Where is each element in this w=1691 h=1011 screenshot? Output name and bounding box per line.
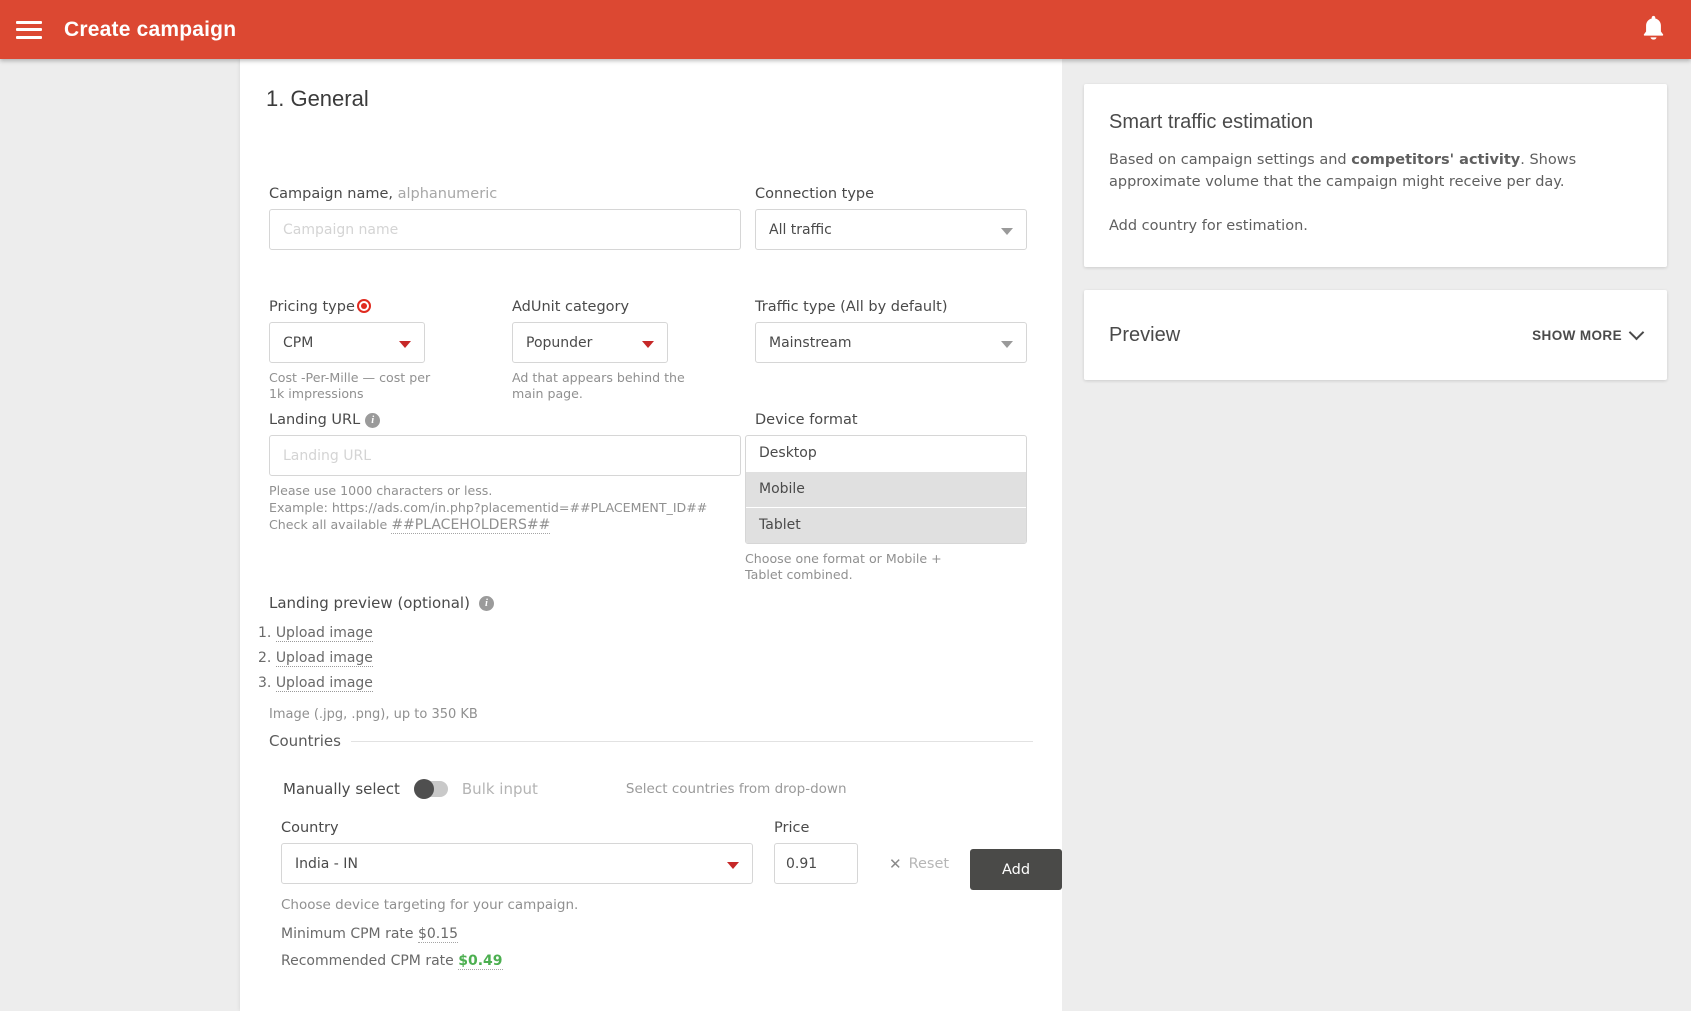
connection-type-label: Connection type	[755, 186, 1027, 202]
field-adunit-category: AdUnit category Popunder Ad that appears…	[512, 299, 668, 401]
device-targeting-hint: Choose device targeting for your campaig…	[281, 897, 1033, 914]
info-icon[interactable]: i	[365, 413, 380, 428]
recommended-cpm-rate-value[interactable]: $0.49	[458, 953, 502, 970]
chevron-down-icon	[1001, 228, 1013, 235]
info-icon[interactable]: i	[479, 596, 494, 611]
device-format-listbox[interactable]: Desktop Mobile Tablet	[745, 435, 1027, 544]
reset-label: Reset	[909, 856, 950, 872]
chevron-down-icon	[1629, 325, 1645, 341]
country-value: India - IN	[295, 856, 358, 872]
recommended-cpm-rate: Recommended CPM rate $0.49	[281, 953, 1033, 969]
target-record-icon	[357, 299, 371, 313]
device-format-label: Device format	[755, 412, 1027, 428]
smart-traffic-estimation-card: Smart traffic estimation Based on campai…	[1084, 84, 1667, 267]
chevron-down-icon	[399, 341, 411, 348]
countries-legend: Countries	[269, 732, 1033, 750]
upload-image-link-3[interactable]: Upload image	[276, 675, 373, 692]
adunit-category-hint: Ad that appears behind the main page.	[512, 370, 712, 401]
close-icon: ✕	[889, 855, 902, 873]
field-landing-preview: Landing preview (optional)i 1. Upload im…	[269, 594, 689, 723]
minimum-cpm-rate-value[interactable]: $0.15	[418, 926, 458, 943]
placeholders-link[interactable]: ##PLACEHOLDERS##	[391, 517, 550, 534]
country-price-row: Country India - IN Price ✕ Reset	[269, 820, 1033, 890]
adunit-category-label: AdUnit category	[512, 299, 668, 315]
list-item: 3. Upload image	[258, 675, 689, 691]
landing-url-hint-length: Please use 1000 characters or less.	[269, 483, 741, 500]
field-device-format: Device format Desktop Mobile Tablet Choo…	[745, 412, 1027, 582]
upload-image-link-2[interactable]: Upload image	[276, 650, 373, 667]
countries-input-mode: Manually select Bulk input Select countr…	[283, 780, 1033, 798]
upload-index: 3.	[258, 675, 271, 691]
notification-bell-icon[interactable]	[1640, 13, 1667, 47]
estimation-title: Smart traffic estimation	[1109, 111, 1642, 134]
divider	[351, 741, 1033, 742]
left-gutter	[0, 59, 240, 1011]
section-title-general: 1. General	[266, 86, 1062, 112]
countries-note: Select countries from drop-down	[626, 781, 847, 797]
chevron-down-icon	[1001, 341, 1013, 348]
upload-index: 1.	[258, 625, 271, 641]
chevron-down-icon	[727, 862, 739, 869]
reset-button[interactable]: ✕ Reset	[883, 854, 955, 874]
adunit-category-value: Popunder	[526, 335, 592, 351]
page-title: Create campaign	[64, 18, 236, 42]
list-item: 1. Upload image	[258, 625, 689, 641]
add-button[interactable]: Add	[970, 849, 1062, 890]
traffic-type-select[interactable]: Mainstream	[755, 322, 1027, 363]
price-label: Price	[774, 820, 858, 836]
device-format-option-desktop[interactable]: Desktop	[746, 436, 1026, 471]
price-input[interactable]	[774, 843, 858, 884]
adunit-category-select[interactable]: Popunder	[512, 322, 668, 363]
upload-image-link-1[interactable]: Upload image	[276, 625, 373, 642]
landing-url-input[interactable]	[269, 435, 741, 476]
campaign-form-card: 1. General Campaign name, alphanumeric C…	[240, 59, 1062, 1011]
country-label: Country	[281, 820, 753, 836]
field-campaign-name: Campaign name, alphanumeric	[269, 186, 741, 250]
show-more-button[interactable]: SHOW MORE	[1532, 328, 1642, 343]
field-traffic-type: Traffic type (All by default) Mainstream	[755, 299, 1027, 363]
landing-url-hints: Please use 1000 characters or less. Exam…	[269, 483, 741, 535]
connection-type-value: All traffic	[769, 222, 832, 238]
pricing-type-hint: Cost -Per-Mille — cost per 1k impression…	[269, 370, 437, 401]
field-connection-type: Connection type All traffic	[755, 186, 1027, 250]
preview-card: Preview SHOW MORE	[1084, 290, 1667, 380]
campaign-name-label: Campaign name, alphanumeric	[269, 186, 741, 202]
countries-legend-label: Countries	[269, 732, 341, 750]
traffic-type-value: Mainstream	[769, 335, 851, 351]
manually-select-label[interactable]: Manually select	[283, 780, 400, 798]
landing-preview-label: Landing preview (optional)i	[269, 594, 689, 612]
app-bar: Create campaign	[0, 0, 1691, 59]
pricing-type-value: CPM	[283, 335, 313, 351]
connection-type-select[interactable]: All traffic	[755, 209, 1027, 250]
hamburger-menu-icon[interactable]	[14, 19, 44, 41]
landing-url-label: Landing URLi	[269, 412, 741, 428]
pricing-type-select[interactable]: CPM	[269, 322, 425, 363]
preview-title: Preview	[1109, 324, 1180, 347]
country-select[interactable]: India - IN	[281, 843, 753, 884]
estimation-add-country: Add country for estimation.	[1109, 215, 1642, 237]
show-more-label: SHOW MORE	[1532, 328, 1622, 343]
landing-preview-hint: Image (.jpg, .png), up to 350 KB	[269, 707, 689, 723]
bulk-input-label[interactable]: Bulk input	[462, 780, 538, 798]
landing-url-hint-placeholders: Check all available ##PLACEHOLDERS##	[269, 516, 741, 534]
device-format-hint: Choose one format or Mobile + Tablet com…	[745, 551, 977, 582]
right-sidebar: Smart traffic estimation Based on campai…	[1062, 59, 1691, 1011]
field-landing-url: Landing URLi Please use 1000 characters …	[269, 412, 741, 535]
upload-index: 2.	[258, 650, 271, 666]
input-mode-toggle[interactable]	[414, 781, 448, 797]
estimation-body: Based on campaign settings and competito…	[1109, 149, 1642, 193]
minimum-cpm-rate: Minimum CPM rate $0.15	[281, 926, 1033, 942]
list-item: 2. Upload image	[258, 650, 689, 666]
field-price: Price	[774, 820, 858, 884]
campaign-name-input[interactable]	[269, 209, 741, 250]
field-country: Country India - IN	[281, 820, 753, 884]
traffic-type-label: Traffic type (All by default)	[755, 299, 1027, 315]
pricing-type-label: Pricing type	[269, 299, 425, 315]
landing-url-hint-example: Example: https://ads.com/in.php?placemen…	[269, 500, 741, 517]
field-pricing-type: Pricing type CPM Cost -Per-Mille — cost …	[269, 299, 425, 401]
device-format-option-tablet[interactable]: Tablet	[746, 508, 1026, 543]
device-format-option-mobile[interactable]: Mobile	[746, 472, 1026, 507]
countries-section: Countries Manually select Bulk input Sel…	[269, 732, 1033, 969]
chevron-down-icon	[642, 341, 654, 348]
